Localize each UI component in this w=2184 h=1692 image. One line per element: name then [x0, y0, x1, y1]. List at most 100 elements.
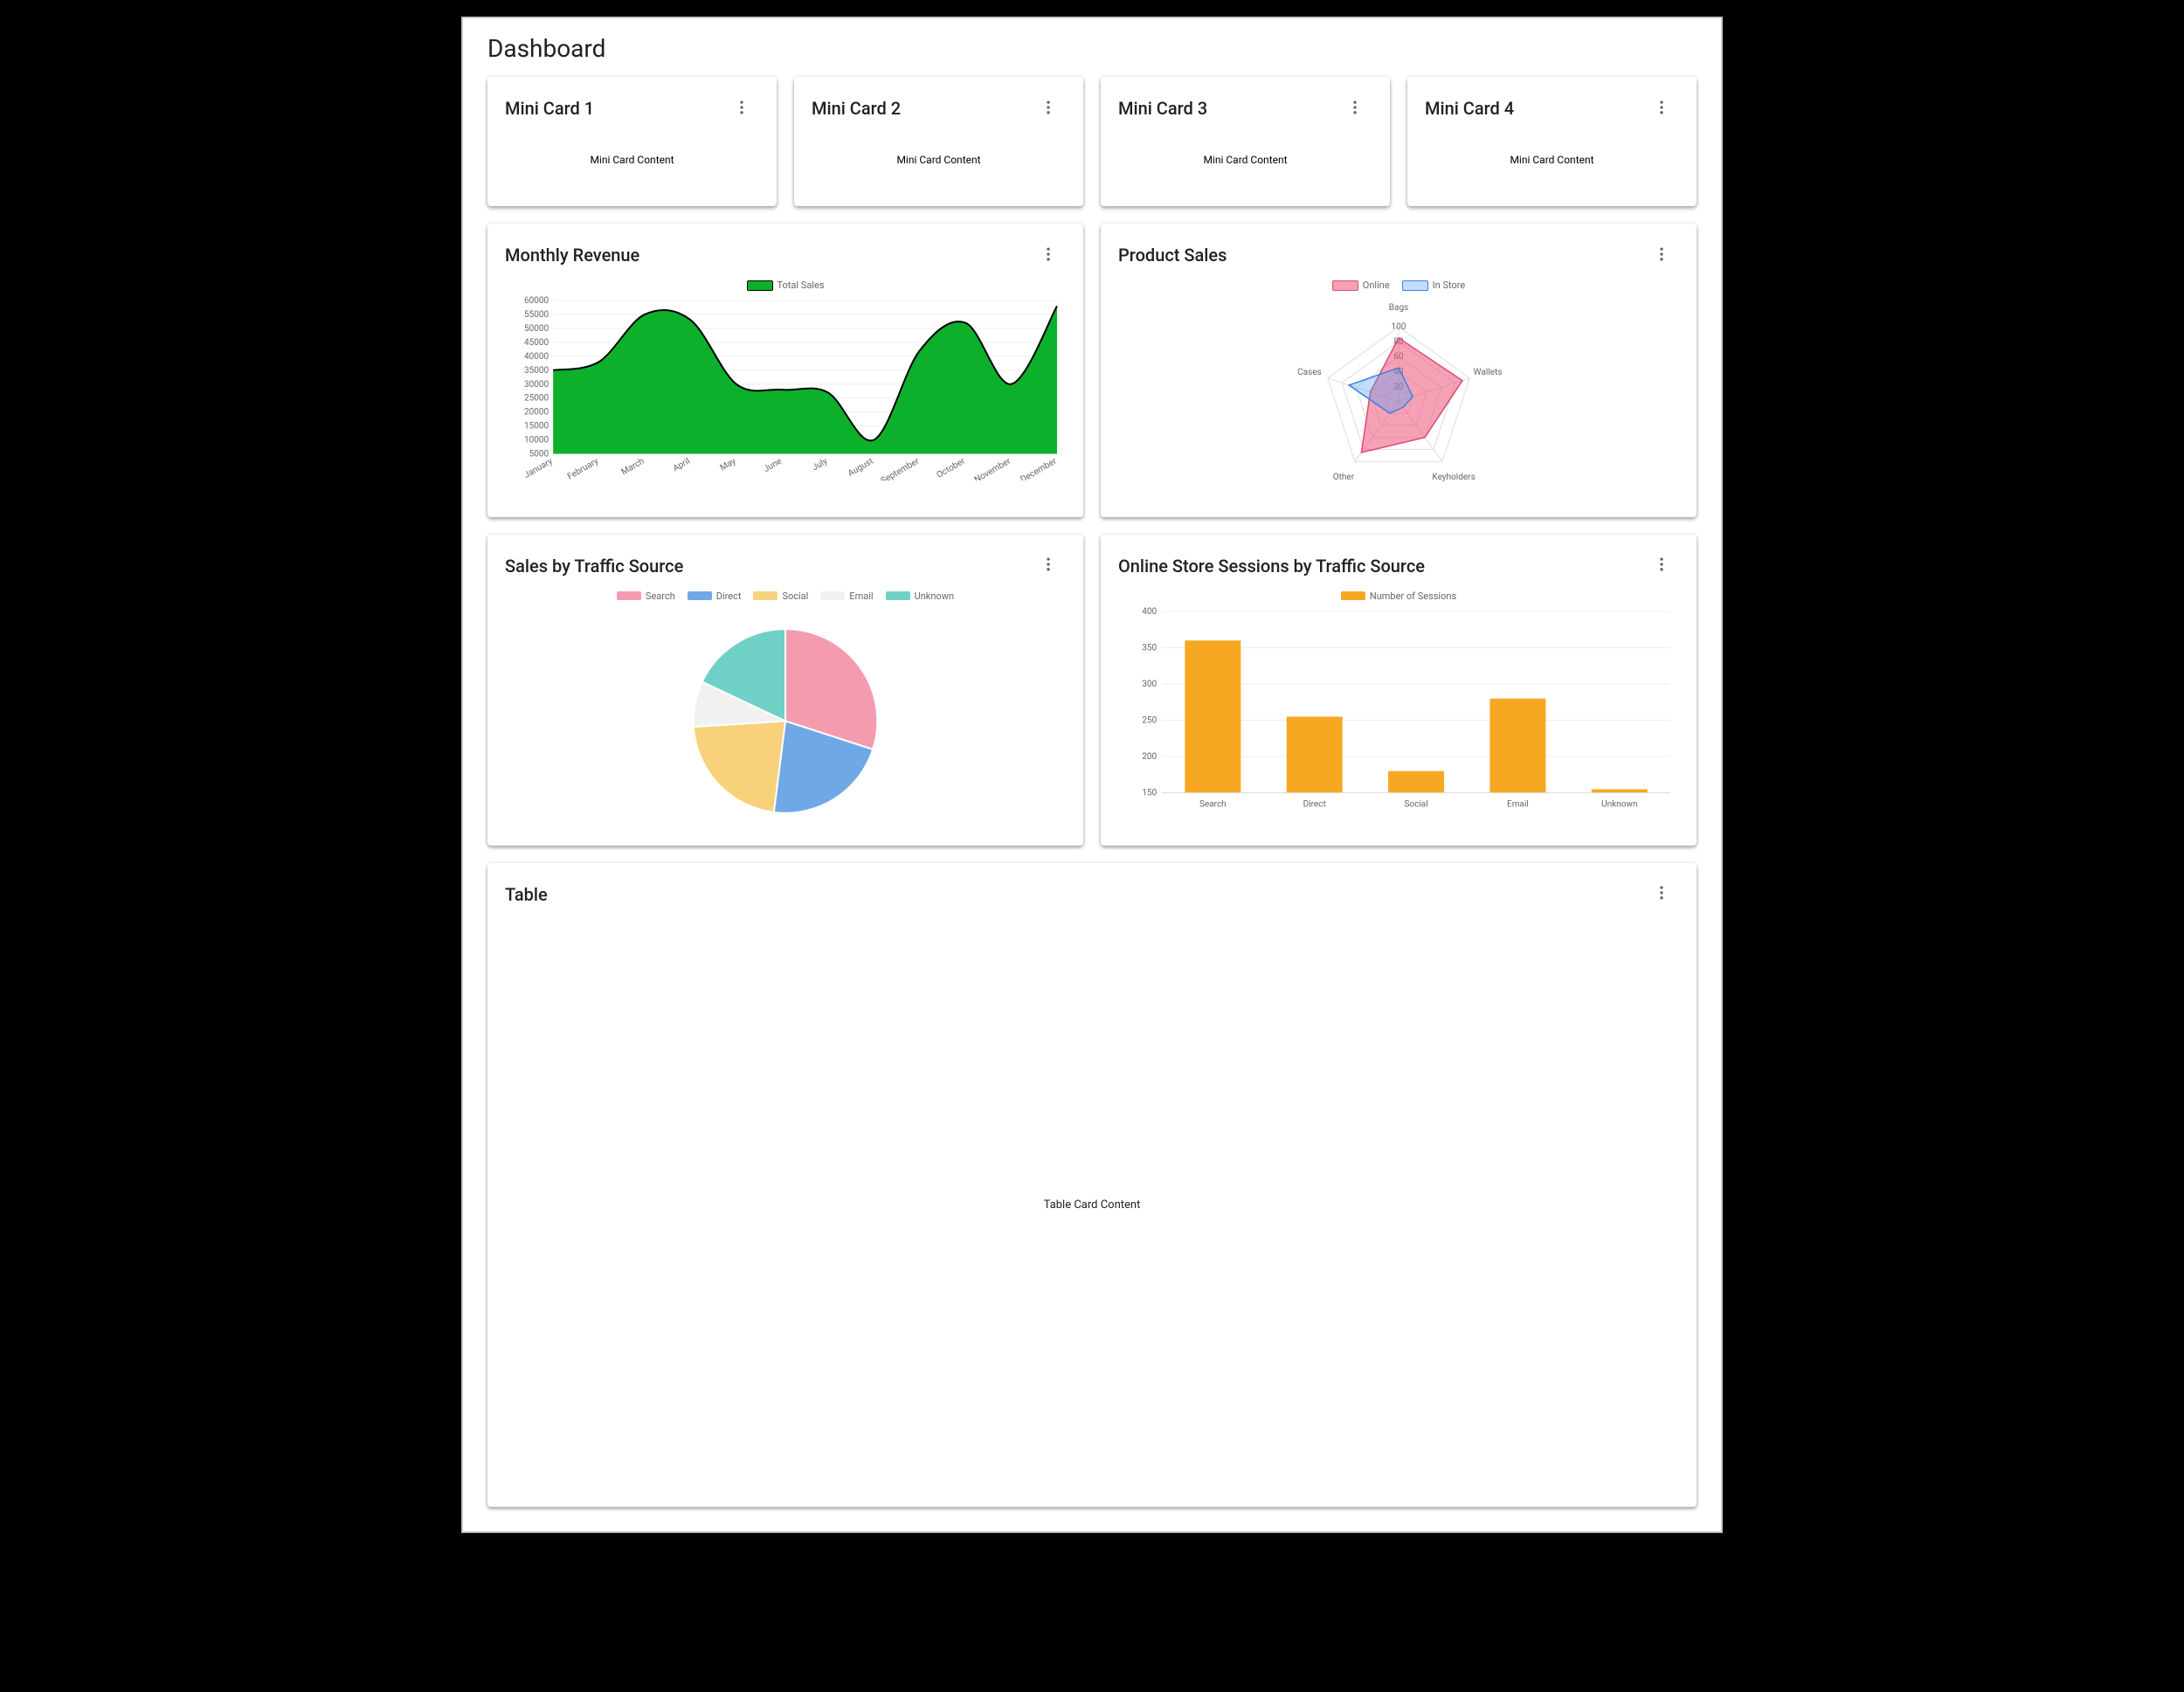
card-content: Mini Card Content — [1425, 133, 1679, 190]
more-vertical-icon — [1040, 99, 1057, 119]
card-title: Monthly Revenue — [505, 245, 639, 266]
bar-chart: 150200250300350400SearchDirectSocialEmai… — [1118, 607, 1679, 818]
more-vertical-icon — [1040, 556, 1057, 576]
legend-label: Email — [849, 590, 873, 602]
svg-text:20000: 20000 — [524, 408, 549, 418]
legend-item: Search — [617, 590, 675, 602]
svg-text:October: October — [935, 456, 967, 480]
mini-card-1: Mini Card 1 Mini Card Content — [487, 77, 777, 206]
legend-swatch — [747, 280, 773, 291]
more-vertical-icon — [1653, 884, 1670, 904]
mini-card-2: Mini Card 2 Mini Card Content — [794, 77, 1083, 206]
legend-swatch — [820, 591, 845, 600]
card-content: Table Card Content — [505, 919, 1679, 1491]
svg-text:10000: 10000 — [524, 436, 549, 445]
svg-text:350: 350 — [1142, 643, 1157, 653]
more-button[interactable] — [1337, 91, 1372, 126]
legend-swatch — [688, 591, 712, 600]
legend-item: In Store — [1402, 280, 1466, 291]
chart-legend: Number of Sessions — [1118, 590, 1679, 602]
table-card: Table Table Card Content — [487, 863, 1697, 1507]
legend-label: Unknown — [915, 590, 954, 602]
sales-by-source-card: Sales by Traffic Source Search Direct Soci… — [487, 535, 1083, 846]
more-button[interactable] — [1644, 238, 1679, 273]
more-button[interactable] — [1031, 238, 1066, 273]
more-vertical-icon — [1653, 245, 1670, 266]
svg-text:55000: 55000 — [524, 310, 549, 320]
svg-text:Keyholders: Keyholders — [1432, 473, 1475, 482]
card-title: Mini Card 3 — [1118, 98, 1207, 119]
legend-label: Search — [646, 590, 675, 602]
more-button[interactable] — [1644, 549, 1679, 584]
legend-swatch — [886, 591, 910, 600]
dashboard-page: Dashboard Mini Card 1 Mini Card Content … — [462, 17, 1722, 1532]
svg-text:September: September — [880, 456, 922, 480]
more-button[interactable] — [724, 91, 759, 126]
svg-text:December: December — [1019, 456, 1059, 480]
card-title: Mini Card 4 — [1425, 98, 1514, 119]
card-title: Sales by Traffic Source — [505, 556, 683, 577]
svg-text:June: June — [762, 457, 783, 474]
svg-text:200: 200 — [1142, 752, 1157, 762]
svg-text:Unknown: Unknown — [1601, 799, 1637, 809]
more-button[interactable] — [1644, 91, 1679, 126]
svg-text:January: January — [522, 457, 555, 480]
legend-label: Social — [782, 590, 808, 602]
svg-text:Other: Other — [1333, 473, 1355, 482]
svg-text:50000: 50000 — [524, 324, 549, 334]
svg-text:March: March — [620, 457, 646, 478]
card-title: Online Store Sessions by Traffic Source — [1118, 556, 1425, 577]
svg-text:30000: 30000 — [524, 380, 549, 390]
card-content: Mini Card Content — [505, 133, 759, 190]
svg-text:150: 150 — [1142, 788, 1157, 798]
legend-item: Unknown — [886, 590, 954, 602]
legend-label: Online — [1363, 280, 1390, 291]
svg-text:Wallets: Wallets — [1474, 368, 1503, 377]
sessions-by-source-card: Online Store Sessions by Traffic Source … — [1101, 535, 1697, 846]
legend-item: Number of Sessions — [1341, 590, 1456, 602]
more-vertical-icon — [1346, 99, 1364, 119]
svg-text:May: May — [719, 457, 738, 473]
chart-legend: Total Sales — [505, 280, 1066, 291]
legend-item: Social — [753, 590, 808, 602]
legend-label: In Store — [1433, 280, 1466, 291]
chart-legend: Search Direct Social Email Unknown — [505, 590, 1066, 602]
mini-card-3: Mini Card 3 Mini Card Content — [1101, 77, 1390, 206]
card-title: Mini Card 1 — [505, 98, 594, 119]
svg-text:35000: 35000 — [524, 366, 549, 376]
legend-label: Number of Sessions — [1370, 590, 1456, 602]
legend-label: Direct — [716, 590, 742, 602]
more-vertical-icon — [1653, 99, 1670, 119]
more-vertical-icon — [733, 99, 750, 119]
legend-swatch — [753, 591, 778, 600]
card-title: Mini Card 2 — [812, 98, 901, 119]
svg-text:November: November — [973, 456, 1013, 480]
mini-card-4: Mini Card 4 Mini Card Content — [1407, 77, 1697, 206]
svg-text:40000: 40000 — [524, 352, 549, 362]
svg-text:Email: Email — [1507, 799, 1529, 809]
svg-text:250: 250 — [1142, 715, 1157, 725]
dashboard-grid: Mini Card 1 Mini Card Content Mini Card … — [487, 77, 1697, 1507]
svg-text:Search: Search — [1199, 799, 1227, 809]
more-button[interactable] — [1644, 877, 1679, 912]
card-content: Mini Card Content — [1118, 133, 1372, 190]
product-sales-card: Product Sales Online In Store — [1101, 224, 1697, 517]
legend-swatch — [1332, 280, 1358, 291]
legend-swatch — [617, 591, 641, 600]
more-button[interactable] — [1031, 549, 1066, 584]
svg-text:25000: 25000 — [524, 394, 549, 404]
svg-text:Bags: Bags — [1389, 303, 1408, 313]
more-vertical-icon — [1653, 556, 1670, 576]
card-title: Product Sales — [1118, 245, 1227, 266]
svg-text:July: July — [811, 457, 830, 473]
svg-text:Cases: Cases — [1297, 368, 1322, 377]
area-chart: 5000100001500020000250003000035000400004… — [505, 296, 1066, 480]
legend-swatch — [1341, 591, 1365, 600]
svg-text:60000: 60000 — [524, 296, 549, 306]
legend-item: Direct — [688, 590, 742, 602]
legend-item: Total Sales — [747, 280, 825, 291]
legend-label: Total Sales — [778, 280, 825, 291]
svg-text:April: April — [672, 457, 692, 474]
more-button[interactable] — [1031, 91, 1066, 126]
legend-item: Online — [1332, 280, 1390, 291]
